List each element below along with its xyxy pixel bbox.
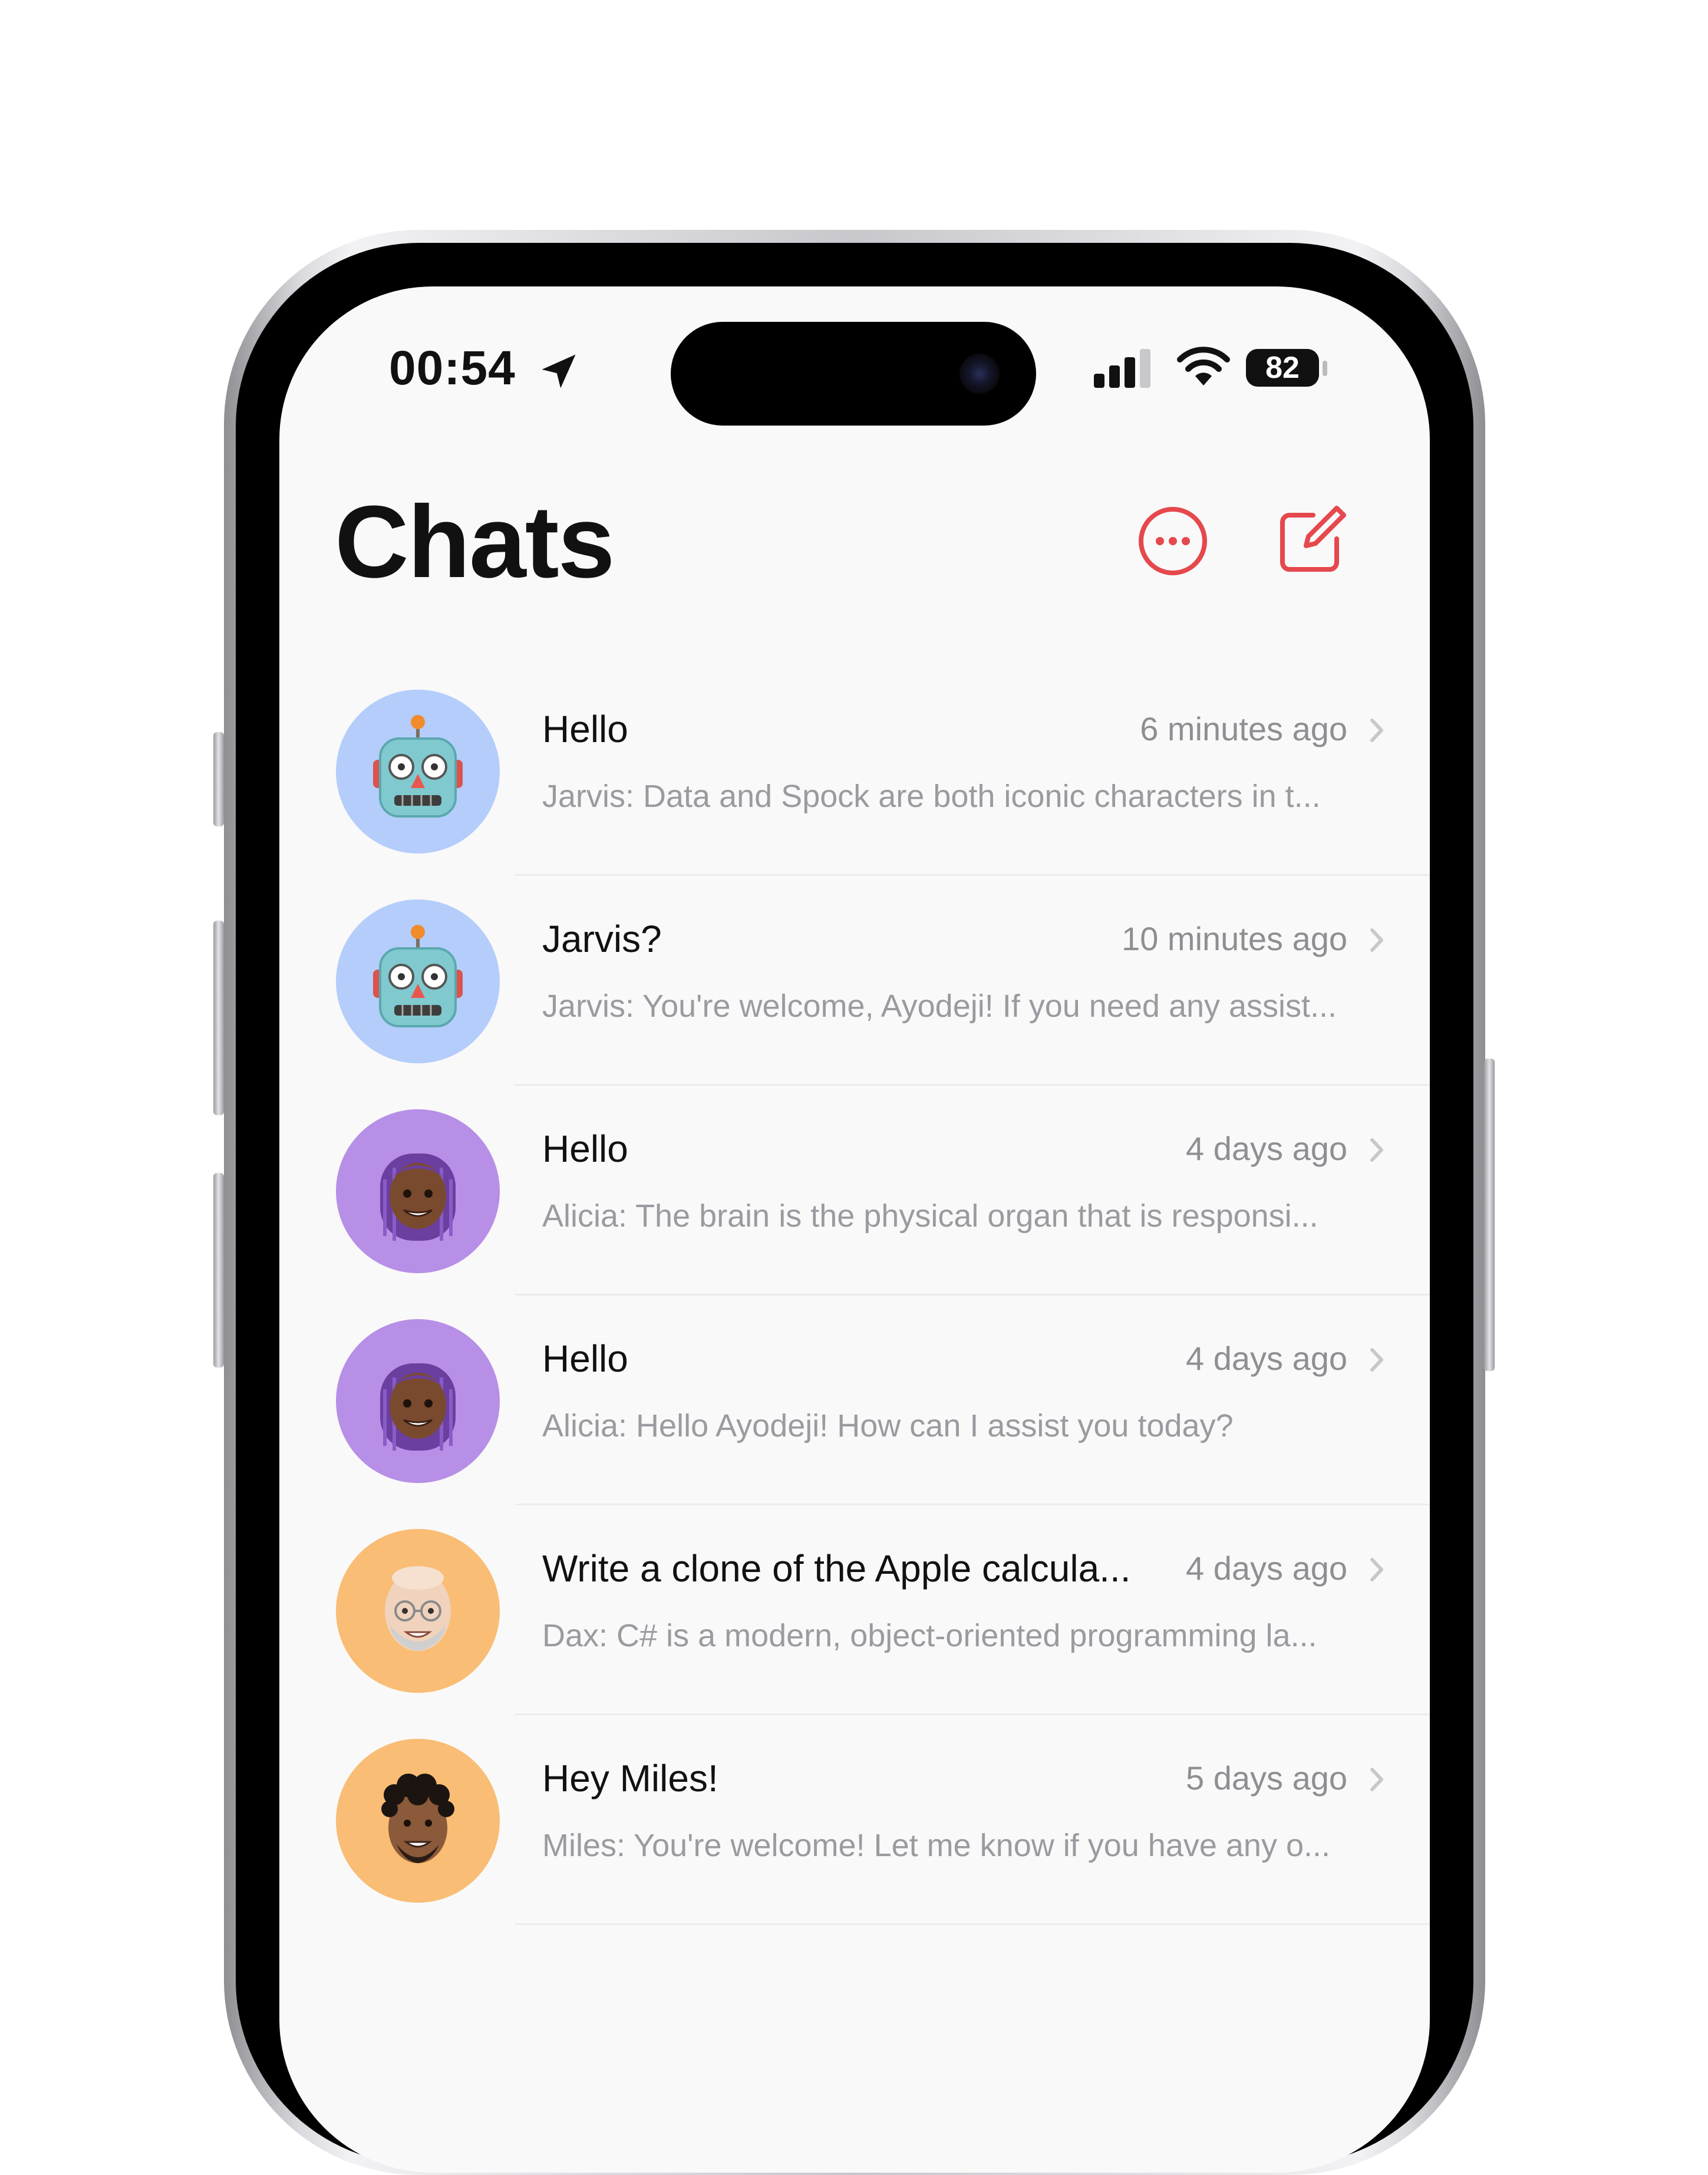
robot-icon (373, 715, 463, 818)
chevron-right-icon (1370, 1558, 1383, 1581)
volume-up-button (213, 921, 224, 1115)
chat-row-1[interactable]: Hello 6 minutes ago Jarvis: Data and Spo… (279, 666, 1430, 876)
chat-preview: Jarvis: You're welcome, Ayodeji! If you … (542, 988, 1337, 1024)
wifi-icon (1177, 347, 1230, 385)
chat-row-3[interactable]: Hello 4 days ago Alicia: The brain is th… (279, 1086, 1430, 1296)
chevron-right-icon (1370, 1348, 1383, 1372)
chat-row-6[interactable]: Hey Miles! 5 days ago Miles: You're welc… (279, 1715, 1430, 1925)
chat-preview: Dax: C# is a modern, object-oriented pro… (542, 1618, 1317, 1653)
chevron-right-icon (1370, 1768, 1383, 1791)
chat-preview: Jarvis: Data and Spock are both iconic c… (542, 779, 1321, 814)
app-screen: 00:54 82 Chats Hello 6 minutes ago Jarvi… (279, 286, 1430, 2173)
power-button (1484, 1059, 1495, 1371)
cellular-signal-icon (1094, 349, 1150, 388)
chat-title: Write a clone of the Apple calcula... (542, 1547, 1131, 1590)
compose-icon (1280, 506, 1346, 572)
battery-cap (1323, 361, 1327, 376)
chat-timestamp: 5 days ago (1182, 1759, 1347, 1797)
chat-timestamp: 4 days ago (1182, 1129, 1347, 1168)
avatar (336, 1109, 500, 1273)
ellipsis-circle-icon (1139, 507, 1207, 575)
avatar (336, 1319, 500, 1483)
camera-icon (959, 354, 1000, 394)
chat-list: Hello 6 minutes ago Jarvis: Data and Spo… (279, 666, 1430, 1925)
chat-timestamp: 10 minutes ago (1118, 920, 1347, 958)
page-title: Chats (335, 484, 615, 599)
chevron-right-icon (1370, 928, 1383, 952)
battery-icon: 82 (1246, 349, 1319, 387)
chat-timestamp: 4 days ago (1182, 1339, 1347, 1378)
more-options-button[interactable] (1136, 505, 1209, 578)
chat-title: Hello (542, 1128, 628, 1170)
chat-preview: Alicia: Hello Ayodeji! How can I assist … (542, 1408, 1234, 1444)
volume-down-button (213, 1173, 224, 1367)
avatar (336, 899, 500, 1063)
memoji-bald-man-icon (385, 1566, 451, 1651)
chat-title: Hello (542, 1337, 628, 1380)
memoji-woman-icon (380, 1363, 456, 1451)
chevron-right-icon (1370, 1138, 1383, 1162)
status-bar: 00:54 82 (279, 286, 1430, 426)
memoji-woman-icon (380, 1154, 456, 1241)
avatar (336, 690, 500, 853)
row-divider (515, 1923, 1430, 1925)
dynamic-island (671, 322, 1036, 426)
chat-title: Jarvis? (542, 918, 662, 960)
chat-title: Hello (542, 708, 628, 750)
chat-row-2[interactable]: Jarvis? 10 minutes ago Jarvis: You're we… (279, 876, 1430, 1086)
chat-row-5[interactable]: Write a clone of the Apple calcula... 4 … (279, 1505, 1430, 1715)
chat-preview: Miles: You're welcome! Let me know if yo… (542, 1828, 1331, 1863)
chat-preview: Alicia: The brain is the physical organ … (542, 1198, 1318, 1234)
avatar (336, 1739, 500, 1903)
location-arrow-icon (542, 354, 576, 388)
chat-timestamp: 4 days ago (1182, 1549, 1347, 1587)
new-chat-button[interactable] (1273, 503, 1348, 579)
chat-timestamp: 6 minutes ago (1136, 710, 1347, 748)
status-time: 00:54 (389, 341, 516, 395)
chat-row-4[interactable]: Hello 4 days ago Alicia: Hello Ayodeji! … (279, 1296, 1430, 1505)
chat-title: Hey Miles! (542, 1757, 718, 1800)
avatar (336, 1529, 500, 1693)
chevron-right-icon (1370, 719, 1383, 742)
memoji-curly-man-icon (381, 1774, 454, 1863)
robot-icon (373, 925, 463, 1027)
action-button (213, 732, 224, 826)
